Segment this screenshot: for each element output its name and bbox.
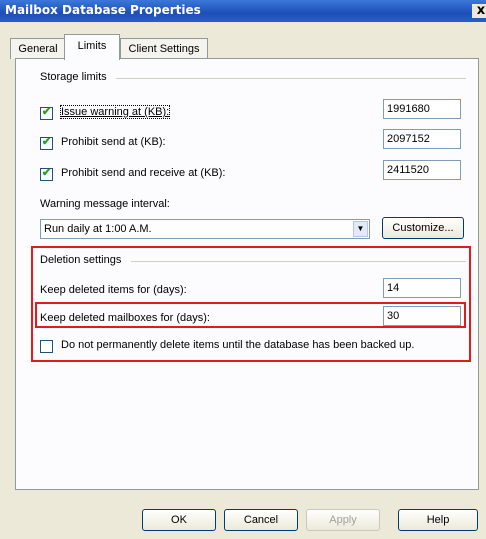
cancel-button[interactable]: Cancel — [224, 509, 298, 531]
tab-client-settings[interactable]: Client Settings — [120, 38, 208, 59]
prohibit-send-label: Prohibit send at (KB): — [61, 136, 166, 148]
check-icon: ✔ — [41, 136, 52, 148]
warning-interval-label: Warning message interval: — [40, 198, 170, 210]
close-button[interactable]: x — [472, 4, 486, 18]
storage-group-label: Storage limits — [40, 71, 113, 83]
issue-warning-label: Issue warning at (KB): — [59, 105, 171, 119]
tab-limits[interactable]: Limits — [64, 34, 120, 60]
customize-button[interactable]: Customize... — [382, 217, 464, 239]
window-title: Mailbox Database Properties — [5, 3, 201, 17]
properties-dialog: Mailbox Database Properties x General Li… — [0, 0, 486, 539]
issue-warning-checkbox[interactable]: ✔ — [40, 106, 53, 120]
help-button[interactable]: Help — [398, 509, 478, 531]
tab-general[interactable]: General — [10, 38, 66, 59]
title-bar: Mailbox Database Properties x — [0, 0, 486, 22]
storage-group-divider — [116, 78, 466, 79]
prohibit-send-receive-checkbox[interactable]: ✔ — [40, 167, 53, 181]
warning-interval-value: Run daily at 1:00 A.M. — [44, 223, 152, 235]
apply-button[interactable]: Apply — [306, 509, 380, 531]
prohibit-send-checkbox[interactable]: ✔ — [40, 136, 53, 150]
check-icon: ✔ — [41, 167, 52, 179]
prohibit-send-receive-field[interactable]: 2411520 — [383, 160, 461, 180]
prohibit-send-field[interactable]: 2097152 — [383, 129, 461, 149]
chevron-down-icon[interactable]: ▼ — [353, 221, 368, 237]
check-icon: ✔ — [41, 106, 52, 118]
ok-button[interactable]: OK — [142, 509, 216, 531]
prohibit-send-receive-label: Prohibit send and receive at (KB): — [61, 167, 226, 179]
warning-interval-combo[interactable]: Run daily at 1:00 A.M. ▼ — [40, 219, 370, 239]
keep-mailboxes-highlight — [35, 302, 466, 328]
issue-warning-field[interactable]: 1991680 — [383, 99, 461, 119]
